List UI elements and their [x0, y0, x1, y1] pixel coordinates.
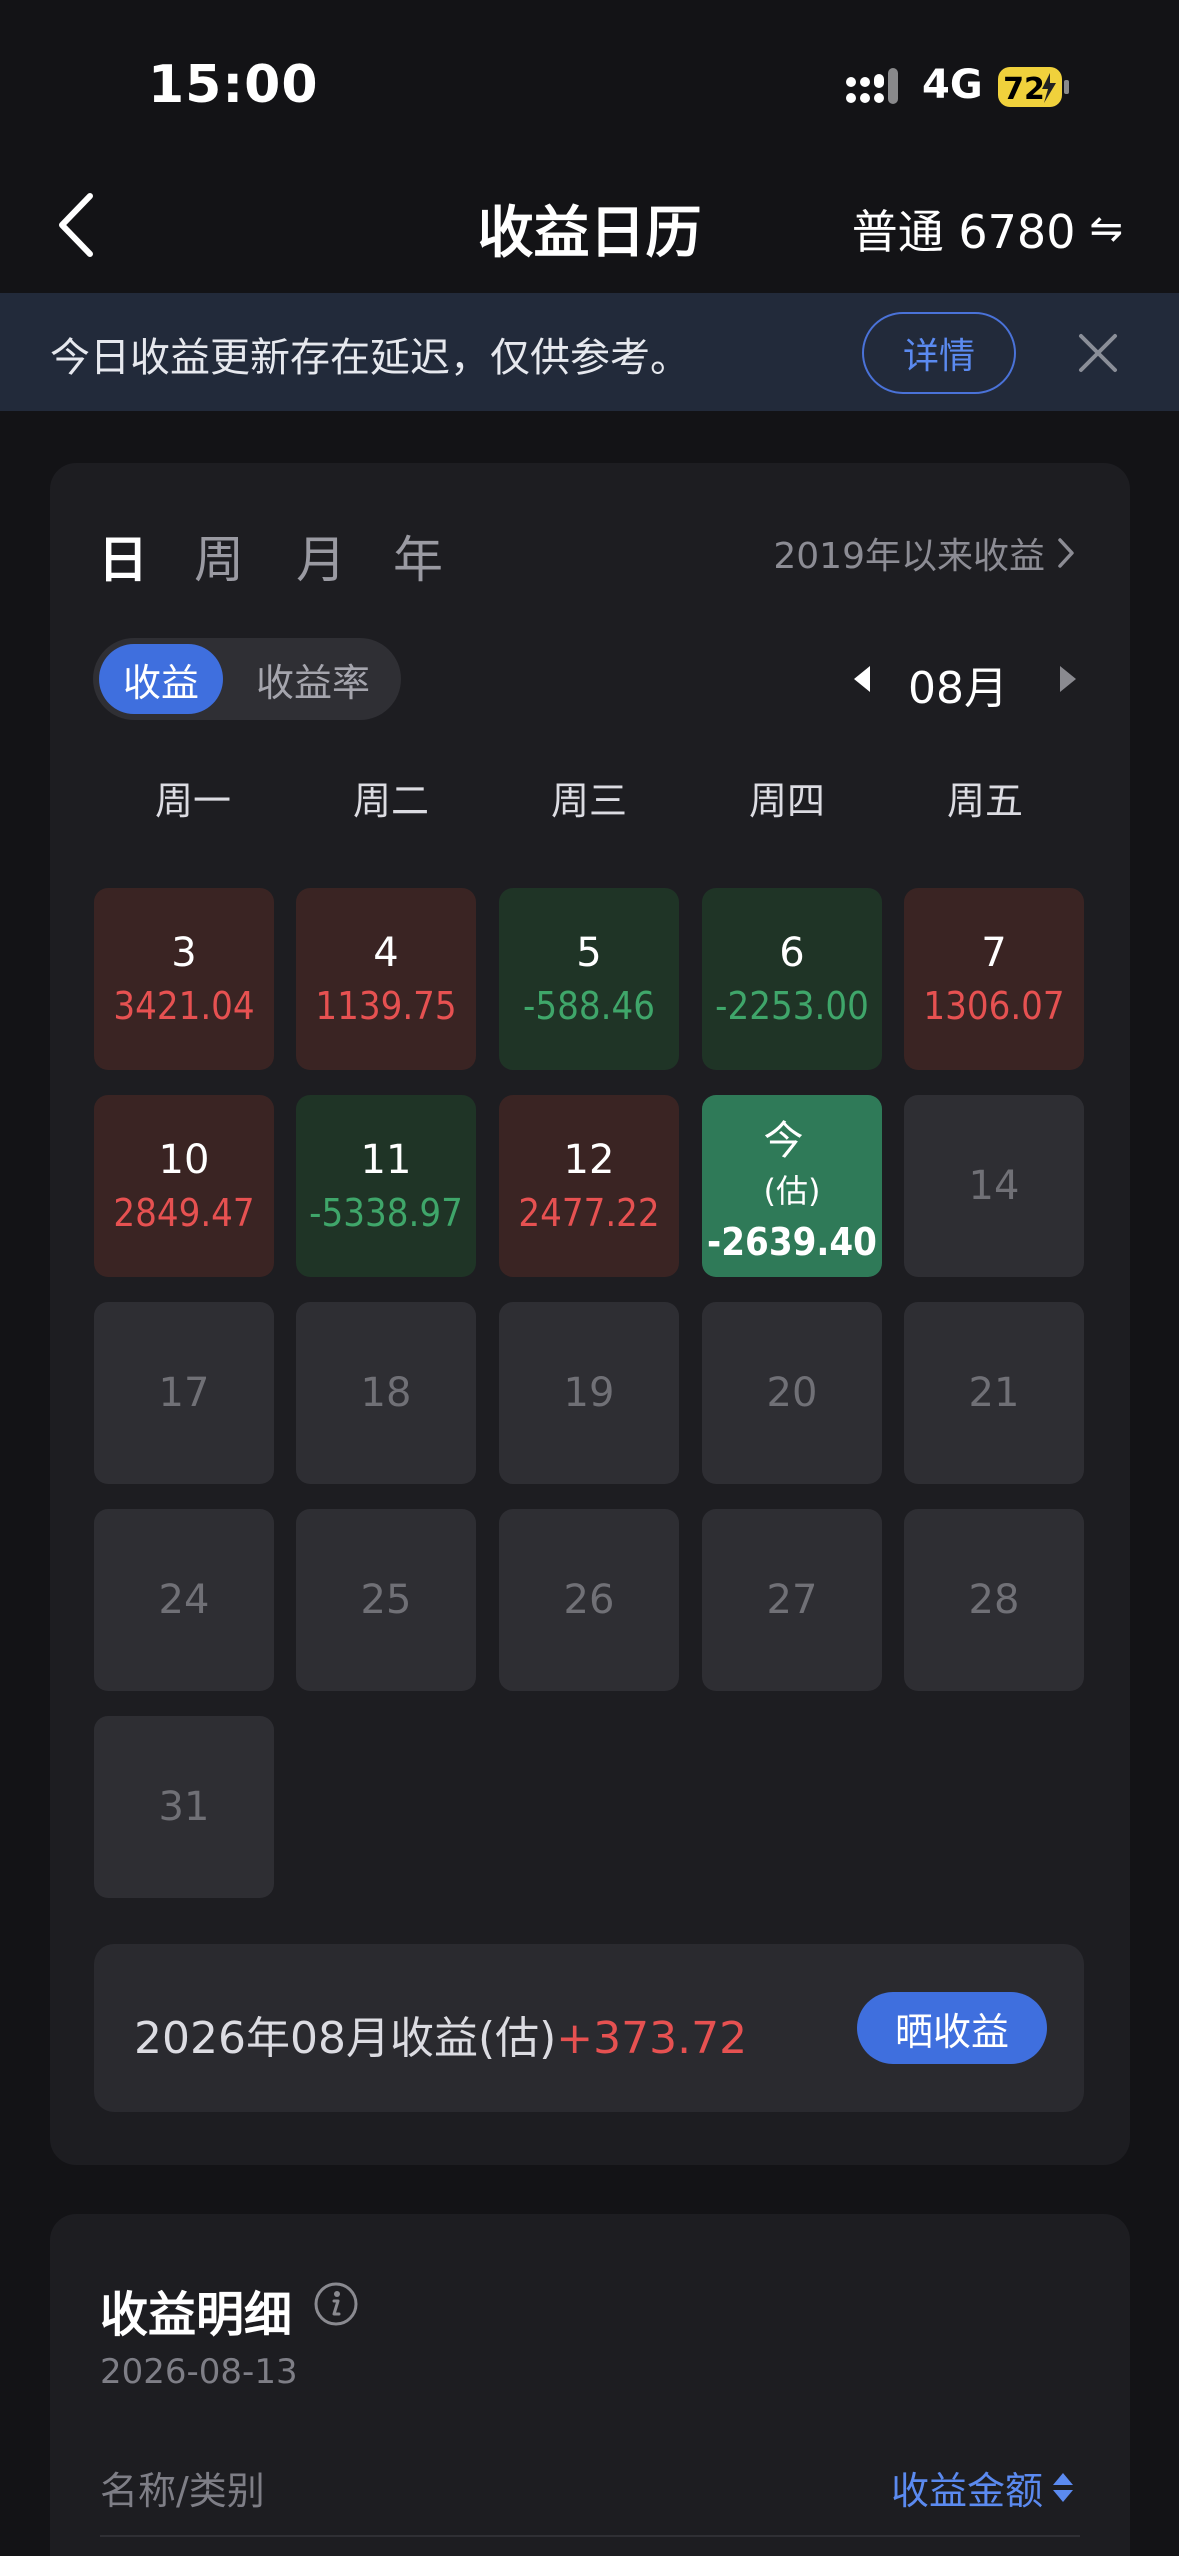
day-number: 20 [766, 1370, 818, 1416]
prev-month-icon[interactable] [854, 666, 870, 692]
calendar-day[interactable]: 20 [702, 1302, 882, 1484]
account-label: 普通 6780 [851, 205, 1076, 259]
notice-detail-button[interactable]: 详情 [862, 312, 1016, 394]
calendar-day[interactable]: 18 [296, 1302, 476, 1484]
tab-month[interactable]: 月 [296, 520, 346, 592]
calendar-day[interactable]: 10 2849.47 [94, 1095, 274, 1277]
day-number: 11 [360, 1137, 412, 1183]
summary-text: 2026年08月收益(估) [134, 2013, 557, 2064]
day-number: 17 [158, 1370, 210, 1416]
day-number: 31 [158, 1784, 210, 1830]
day-earnings: 2849.47 [113, 1191, 255, 1235]
summary-label: 2026年08月收益(估)+373.72 [134, 2002, 747, 2066]
summary-value: +373.72 [556, 2013, 748, 2064]
weekday-label: 周四 [748, 779, 825, 823]
day-earnings: 1306.07 [923, 984, 1065, 1028]
day-heading: 今 (估) [764, 1108, 821, 1212]
weekday-label: 周五 [946, 779, 1023, 823]
toggle-rate[interactable]: 收益率 [233, 644, 393, 714]
calendar-day[interactable]: 19 [499, 1302, 679, 1484]
signal-icon [846, 68, 898, 104]
close-icon[interactable] [1075, 330, 1121, 376]
calendar-day[interactable]: 27 [702, 1509, 882, 1691]
day-number: 26 [563, 1577, 615, 1623]
calendar-day[interactable]: 6 -2253.00 [702, 888, 882, 1070]
column-header-amount[interactable]: 收益金额 [891, 2460, 1073, 2515]
metric-toggle: 收益 收益率 [93, 638, 401, 720]
since-label: 2019年以来收益 [773, 536, 1045, 577]
detail-date: 2026-08-13 [100, 2352, 298, 2392]
day-number: 4 [373, 930, 399, 976]
calendar-day[interactable]: 26 [499, 1509, 679, 1691]
info-icon[interactable] [313, 2281, 359, 2327]
tab-day[interactable]: 日 [98, 520, 148, 592]
network-label: 4G [922, 62, 983, 108]
next-month-icon[interactable] [1060, 666, 1076, 692]
day-earnings: 1139.75 [315, 984, 457, 1028]
day-earnings: 2477.22 [518, 1191, 660, 1235]
day-number: 25 [360, 1577, 412, 1623]
divider [100, 2535, 1080, 2537]
day-number: 10 [158, 1137, 210, 1183]
day-earnings: -5338.97 [309, 1191, 463, 1235]
detail-title: 收益明细 [100, 2287, 293, 2343]
day-earnings: -588.46 [523, 984, 655, 1028]
day-earnings: -2253.00 [715, 984, 869, 1028]
calendar-day[interactable]: 12 2477.22 [499, 1095, 679, 1277]
back-icon[interactable] [52, 190, 102, 260]
calendar-day[interactable]: 25 [296, 1509, 476, 1691]
amount-sort-label: 收益金额 [890, 2469, 1043, 2513]
calendar-day[interactable]: 4 1139.75 [296, 888, 476, 1070]
sort-icon [1053, 2471, 1073, 2505]
calendar-day[interactable]: 7 1306.07 [904, 888, 1084, 1070]
share-earnings-button[interactable]: 晒收益 [857, 1992, 1047, 2064]
calendar-day[interactable]: 24 [94, 1509, 274, 1691]
day-number: 7 [981, 930, 1007, 976]
estimate-label: (估) [763, 1172, 821, 1210]
battery-icon: 72 [998, 67, 1069, 107]
month-label: 08月 [908, 663, 1008, 714]
swap-icon: ⇋ [1089, 206, 1123, 252]
day-number: 19 [563, 1370, 615, 1416]
calendar-day[interactable]: 28 [904, 1509, 1084, 1691]
calendar-day[interactable]: 3 3421.04 [94, 888, 274, 1070]
day-number: 14 [968, 1163, 1020, 1209]
day-number: 24 [158, 1577, 210, 1623]
day-number: 27 [766, 1577, 818, 1623]
tab-week[interactable]: 周 [194, 520, 244, 592]
day-number: 28 [968, 1577, 1020, 1623]
calendar-day-today[interactable]: 今 (估) -2639.40 [702, 1095, 882, 1277]
battery-level: 72 [1003, 72, 1045, 107]
day-number: 18 [360, 1370, 412, 1416]
day-earnings: -2639.40 [707, 1220, 877, 1264]
weekday-label: 周三 [550, 779, 627, 823]
calendar-day[interactable]: 11 -5338.97 [296, 1095, 476, 1277]
calendar-day[interactable]: 17 [94, 1302, 274, 1484]
since-earnings-link[interactable]: 2019年以来收益 [773, 527, 1075, 579]
calendar-day[interactable]: 14 [904, 1095, 1084, 1277]
day-number: 21 [968, 1370, 1020, 1416]
day-number: 今 [763, 1118, 804, 1164]
weekday-label: 周二 [352, 779, 429, 823]
notice-text: 今日收益更新存在延迟，仅供参考。 [50, 335, 690, 381]
status-time: 15:00 [148, 55, 319, 115]
day-number: 3 [171, 930, 197, 976]
calendar-day[interactable]: 21 [904, 1302, 1084, 1484]
calendar-day[interactable]: 31 [94, 1716, 274, 1898]
month-navigator: 08月 [850, 647, 1080, 714]
calendar-day[interactable]: 5 -588.46 [499, 888, 679, 1070]
day-earnings: 3421.04 [113, 984, 255, 1028]
column-header-name: 名称/类别 [100, 2469, 265, 2513]
status-bar: 15:00 4G 72 [0, 0, 1179, 170]
day-number: 12 [563, 1137, 615, 1183]
day-number: 5 [576, 930, 602, 976]
month-summary: 2026年08月收益(估)+373.72 晒收益 [94, 1944, 1084, 2112]
account-switcher[interactable]: 普通 6780 ⇋ [852, 196, 1123, 262]
toggle-earnings[interactable]: 收益 [99, 644, 223, 714]
chevron-right-icon [1058, 538, 1074, 568]
weekday-label: 周一 [154, 779, 231, 823]
tab-year[interactable]: 年 [393, 520, 443, 592]
day-number: 6 [779, 930, 805, 976]
